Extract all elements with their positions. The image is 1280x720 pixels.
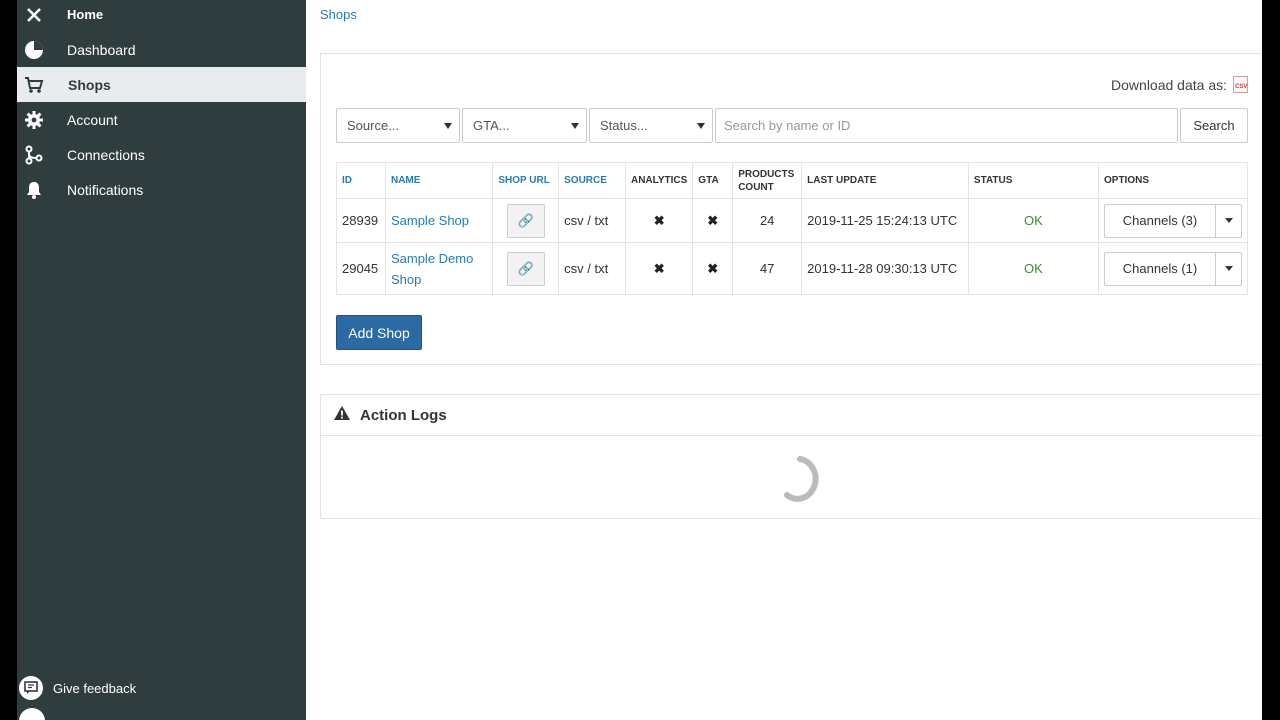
sidebar-item-label: Dashboard [67,41,136,58]
sidebar: Home Dashboard Shops Account Connections [17,0,306,720]
loading-spinner-icon [784,456,819,502]
link-icon: 🔗 [517,260,534,276]
shop-source: csv / txt [558,242,626,295]
status-select[interactable]: Status... [589,108,713,143]
column-header-last-update: LAST UPDATE [801,162,969,199]
shops-panel: Download data as: CSV Source... GTA... S… [320,53,1262,365]
pie-chart-icon [23,39,45,61]
shop-source: csv / txt [558,198,626,243]
chevron-down-icon [697,123,705,129]
download-label: Download data as: [1111,76,1227,93]
gta-status-icon: ✖ [692,242,734,295]
status-badge: OK [967,198,1100,243]
shop-id: 29045 [336,242,386,295]
column-header-options: OPTIONS [1098,162,1248,199]
action-logs-title: Action Logs [360,406,447,424]
column-header-name[interactable]: NAME [384,162,494,199]
sidebar-item-label: Shops [68,76,111,93]
shop-url-button[interactable]: 🔗 [506,203,545,238]
column-header-analytics: ANALYTICS [624,162,694,199]
add-shop-button[interactable]: Add Shop [336,315,422,350]
gear-icon [23,109,45,131]
search-input[interactable]: Search by name or ID [715,108,1178,143]
shop-url-button[interactable]: 🔗 [506,251,545,286]
column-header-id[interactable]: ID [336,162,386,199]
channels-dropdown-toggle[interactable] [1215,204,1241,237]
right-gutter [1262,0,1280,720]
column-header-source[interactable]: SOURCE [558,162,626,199]
status-badge: OK [967,242,1100,295]
sidebar-item-label: Notifications [67,181,144,198]
gta-select[interactable]: GTA... [462,108,587,143]
bell-icon [23,179,45,201]
link-icon: 🔗 [517,212,534,228]
sidebar-item-account[interactable]: Account [17,102,306,137]
avatar[interactable] [19,708,45,720]
column-header-gta: GTA [692,162,734,199]
channels-button-group: Channels (3) [1104,203,1242,238]
sidebar-item-notifications[interactable]: Notifications [17,172,306,207]
sidebar-item-home[interactable]: Home [17,0,306,32]
breadcrumb[interactable]: Shops [320,7,357,22]
table-header-row: ID NAME SHOP URL SOURCE ANALYTICS GTA PR… [336,162,1248,199]
channels-button[interactable]: Channels (1) [1105,253,1215,285]
channels-button-group: Channels (1) [1104,251,1242,286]
channels-dropdown-toggle[interactable] [1215,252,1241,285]
last-update: 2019-11-28 09:30:13 UTC [801,242,969,295]
search-button[interactable]: Search [1180,108,1248,143]
column-header-products-count: PRODUCTS COUNT [732,162,803,199]
column-header-shop-url[interactable]: SHOP URL [492,162,560,199]
left-gutter [0,0,17,720]
main-content: Shops Download data as: CSV Source... GT… [306,0,1262,720]
analytics-status-icon: ✖ [624,242,694,295]
analytics-status-icon: ✖ [624,198,694,243]
gta-status-icon: ✖ [692,198,734,243]
column-header-status: STATUS [967,162,1100,199]
table-row: 28939 Sample Shop 🔗 csv / txt ✖ ✖ 24 201… [336,198,1248,243]
sidebar-item-label: Connections [67,146,145,163]
sidebar-item-shops[interactable]: Shops [17,67,306,102]
sidebar-item-label: Home [67,7,104,22]
close-icon[interactable] [23,4,45,26]
action-logs-header: Action Logs [321,395,1262,436]
products-count: 47 [732,242,803,295]
shop-name-link[interactable]: Sample Demo Shop [391,251,473,287]
feedback-icon [19,676,43,700]
feedback-label: Give feedback [53,680,137,696]
table-row: 29045 Sample Demo Shop 🔗 csv / txt ✖ ✖ 4… [336,242,1248,295]
csv-download-icon[interactable]: CSV [1233,76,1248,93]
shop-name-link[interactable]: Sample Shop [391,213,469,228]
shop-id: 28939 [336,198,386,243]
chevron-down-icon [1224,266,1233,271]
status-select-value: Status... [600,118,648,133]
chevron-down-icon [444,123,452,129]
source-select-value: Source... [347,118,400,133]
give-feedback-button[interactable]: Give feedback [19,676,136,700]
last-update: 2019-11-25 15:24:13 UTC [801,198,969,243]
connections-icon [23,144,45,166]
cart-icon [23,74,45,96]
products-count: 24 [732,198,803,243]
warning-icon [334,405,350,425]
chevron-down-icon [571,123,579,129]
chevron-down-icon [1224,218,1233,223]
sidebar-item-connections[interactable]: Connections [17,137,306,172]
gta-select-value: GTA... [473,118,510,133]
action-logs-panel: Action Logs [320,394,1262,519]
shops-table: ID NAME SHOP URL SOURCE ANALYTICS GTA PR… [336,162,1248,295]
sidebar-item-label: Account [67,111,118,128]
download-data: Download data as: CSV [1111,76,1248,93]
channels-button[interactable]: Channels (3) [1105,205,1215,237]
source-select[interactable]: Source... [336,108,460,143]
sidebar-item-dashboard[interactable]: Dashboard [17,32,306,67]
